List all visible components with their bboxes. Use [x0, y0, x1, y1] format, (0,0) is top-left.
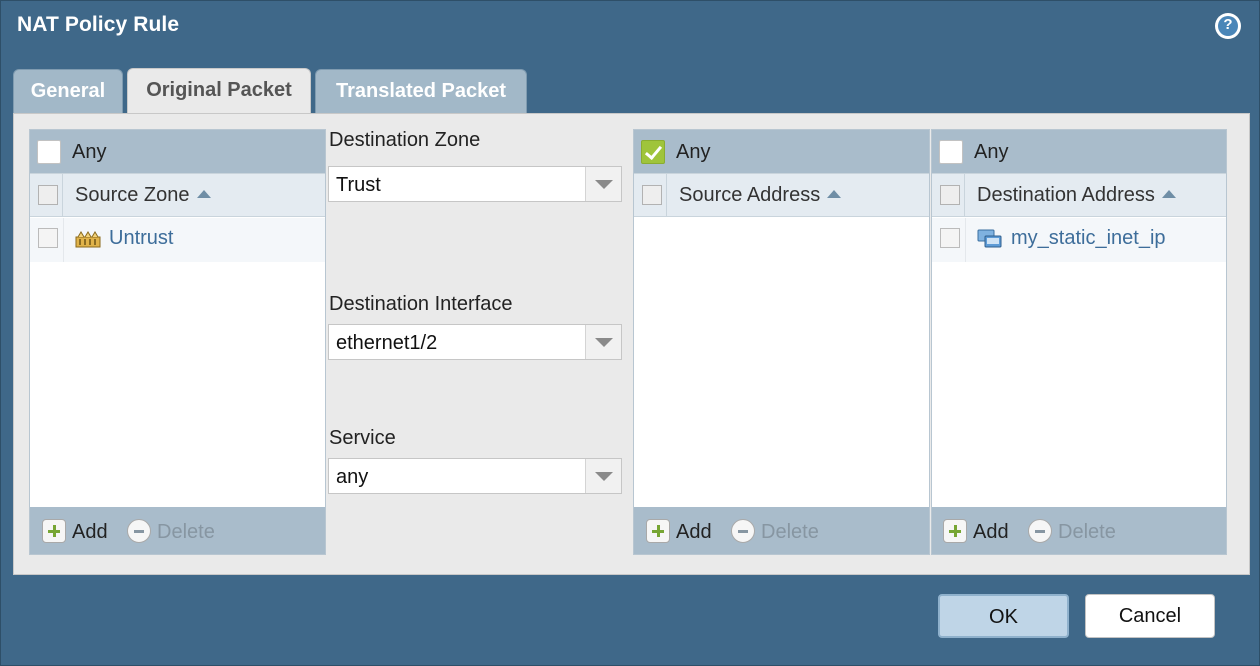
help-icon[interactable]: ? [1215, 13, 1241, 39]
source-zone-add-button[interactable]: Add [42, 519, 108, 544]
source-zone-value-link[interactable]: Untrust [109, 227, 173, 250]
sort-asc-icon [196, 190, 211, 198]
source-address-header-label: Source Address [679, 184, 821, 206]
row-divider [63, 218, 64, 262]
list-item[interactable]: Untrust [30, 218, 325, 262]
destination-interface-label: Destination Interface [329, 293, 513, 315]
add-label: Add [973, 521, 1009, 543]
destination-zone-value: Trust [336, 174, 381, 196]
source-address-footer: Add Delete [634, 507, 929, 554]
source-zone-select-all-checkbox[interactable] [38, 185, 58, 205]
source-zone-grid: Any Source Zone Untrust Add Delete [29, 129, 326, 555]
destination-address-any-checkbox[interactable] [939, 140, 963, 164]
source-address-any-row: Any [634, 130, 929, 173]
delete-label: Delete [157, 521, 215, 543]
source-address-select-all-checkbox[interactable] [642, 185, 662, 205]
destination-address-add-button[interactable]: Add [943, 519, 1009, 544]
destination-zone-label: Destination Zone [329, 129, 481, 151]
nat-policy-rule-dialog: NAT Policy Rule ? General Original Packe… [0, 0, 1260, 666]
add-label: Add [72, 521, 108, 543]
sort-asc-icon [1161, 190, 1176, 198]
destination-address-grid: Any Destination Address my_static_inet_i… [931, 129, 1227, 555]
destination-address-select-all-checkbox[interactable] [940, 185, 960, 205]
source-zone-delete-button[interactable]: Delete [127, 519, 215, 544]
source-address-delete-button[interactable]: Delete [731, 519, 819, 544]
original-packet-panel: Any Source Zone Untrust Add Delete Desti… [13, 113, 1250, 575]
destination-address-value-link[interactable]: my_static_inet_ip [1011, 227, 1166, 250]
source-address-grid: Any Source Address Add Delete [633, 129, 930, 555]
delete-label: Delete [1058, 521, 1116, 543]
source-zone-any-checkbox[interactable] [37, 140, 61, 164]
destination-address-column-header[interactable]: Destination Address [977, 184, 1176, 207]
add-icon [943, 519, 967, 543]
destination-address-header-label: Destination Address [977, 184, 1155, 206]
source-address-column-header[interactable]: Source Address [679, 184, 842, 207]
source-zone-select-all-cell [30, 174, 63, 217]
row-checkbox[interactable] [940, 228, 960, 248]
service-label: Service [329, 427, 396, 449]
source-zone-header-label: Source Zone [75, 184, 190, 206]
destination-address-select-all-cell [932, 174, 965, 217]
dialog-title: NAT Policy Rule [17, 13, 180, 36]
ok-button[interactable]: OK [938, 594, 1069, 638]
tab-translated-packet[interactable]: Translated Packet [315, 69, 527, 113]
delete-icon [731, 519, 755, 543]
service-value: any [336, 466, 369, 488]
delete-label: Delete [761, 521, 819, 543]
chevron-down-icon[interactable] [585, 459, 621, 493]
source-address-header: Source Address [634, 173, 929, 217]
destination-address-footer: Add Delete [932, 507, 1226, 554]
row-divider [965, 218, 966, 262]
row-checkbox[interactable] [38, 228, 58, 248]
add-icon [42, 519, 66, 543]
tab-original-packet[interactable]: Original Packet [127, 68, 311, 114]
source-zone-header: Source Zone [30, 173, 325, 217]
source-zone-footer: Add Delete [30, 507, 325, 554]
sort-asc-icon [827, 190, 842, 198]
delete-icon [1028, 519, 1052, 543]
destination-address-header: Destination Address [932, 173, 1226, 217]
destination-interface-select[interactable]: ethernet1/2 [328, 324, 622, 360]
chevron-down-icon[interactable] [585, 325, 621, 359]
source-zone-any-row: Any [30, 130, 325, 173]
address-object-icon [977, 229, 1002, 248]
destination-zone-select[interactable]: Trust [328, 166, 622, 202]
delete-icon [127, 519, 151, 543]
source-address-select-all-cell [634, 174, 667, 217]
destination-interface-value: ethernet1/2 [336, 332, 438, 354]
add-label: Add [676, 521, 712, 543]
source-address-any-checkbox[interactable] [641, 140, 665, 164]
zone-icon [75, 231, 101, 248]
destination-address-delete-button[interactable]: Delete [1028, 519, 1116, 544]
list-item[interactable]: my_static_inet_ip [932, 218, 1226, 262]
cancel-button[interactable]: Cancel [1085, 594, 1215, 638]
service-select[interactable]: any [328, 458, 622, 494]
source-address-any-label: Any [676, 141, 711, 163]
source-zone-column-header[interactable]: Source Zone [75, 184, 211, 207]
destination-address-any-row: Any [932, 130, 1226, 173]
source-address-add-button[interactable]: Add [646, 519, 712, 544]
add-icon [646, 519, 670, 543]
destination-address-any-label: Any [974, 141, 1009, 163]
tab-general[interactable]: General [13, 69, 123, 113]
chevron-down-icon[interactable] [585, 167, 621, 201]
source-zone-any-label: Any [72, 141, 107, 163]
